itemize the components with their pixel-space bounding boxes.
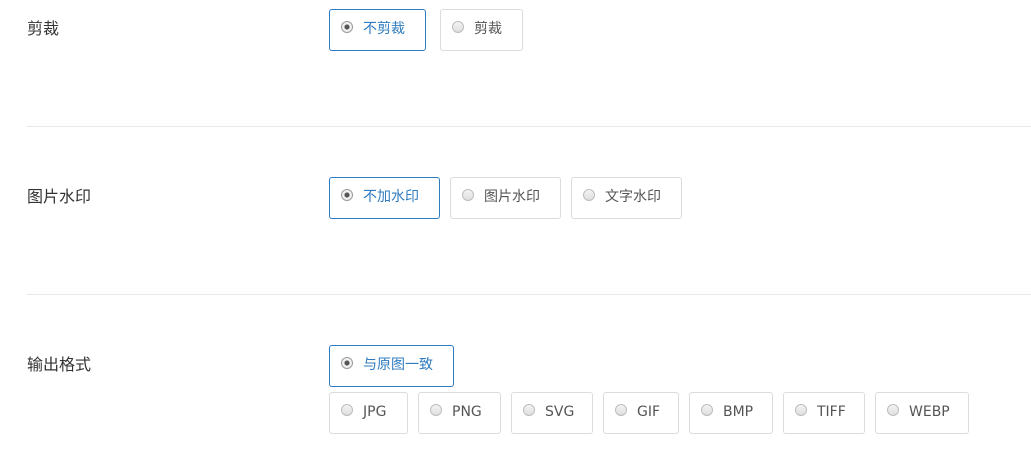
option-label: SVG [545, 404, 575, 420]
radio-selected-icon [341, 357, 353, 369]
option-label: TIFF [817, 404, 846, 420]
watermark-option-text[interactable]: 文字水印 [571, 177, 682, 219]
option-label: GIF [637, 404, 661, 420]
format-option-tiff[interactable]: TIFF [783, 392, 865, 434]
option-label: 不剪裁 [363, 21, 405, 37]
format-option-gif[interactable]: GIF [603, 392, 679, 434]
divider [27, 126, 1031, 127]
watermark-option-none[interactable]: 不加水印 [329, 177, 440, 219]
option-label: JPG [363, 404, 387, 420]
option-label: 图片水印 [484, 189, 540, 205]
option-label: BMP [723, 404, 754, 420]
format-option-webp[interactable]: WEBP [875, 392, 969, 434]
watermark-option-image[interactable]: 图片水印 [450, 177, 561, 219]
format-option-original[interactable]: 与原图一致 [329, 345, 454, 387]
radio-unselected-icon [452, 21, 464, 33]
option-label: 不加水印 [363, 189, 419, 205]
output-format-label: 输出格式 [27, 355, 92, 374]
radio-unselected-icon [430, 404, 442, 416]
format-option-png[interactable]: PNG [418, 392, 501, 434]
crop-option-crop[interactable]: 剪裁 [440, 9, 523, 51]
crop-option-no-crop[interactable]: 不剪裁 [329, 9, 426, 51]
radio-unselected-icon [701, 404, 713, 416]
radio-unselected-icon [462, 189, 474, 201]
radio-selected-icon [341, 189, 353, 201]
watermark-label: 图片水印 [27, 187, 92, 206]
option-label: 剪裁 [474, 21, 502, 37]
radio-unselected-icon [523, 404, 535, 416]
divider [27, 294, 1031, 295]
format-option-bmp[interactable]: BMP [689, 392, 773, 434]
crop-label: 剪裁 [27, 19, 60, 38]
option-label: 与原图一致 [363, 357, 433, 373]
radio-selected-icon [341, 21, 353, 33]
option-label: WEBP [909, 404, 950, 420]
radio-unselected-icon [341, 404, 353, 416]
radio-unselected-icon [583, 189, 595, 201]
radio-unselected-icon [615, 404, 627, 416]
format-option-svg[interactable]: SVG [511, 392, 593, 434]
option-label: PNG [452, 404, 482, 420]
format-option-jpg[interactable]: JPG [329, 392, 408, 434]
radio-unselected-icon [795, 404, 807, 416]
radio-unselected-icon [887, 404, 899, 416]
option-label: 文字水印 [605, 189, 661, 205]
